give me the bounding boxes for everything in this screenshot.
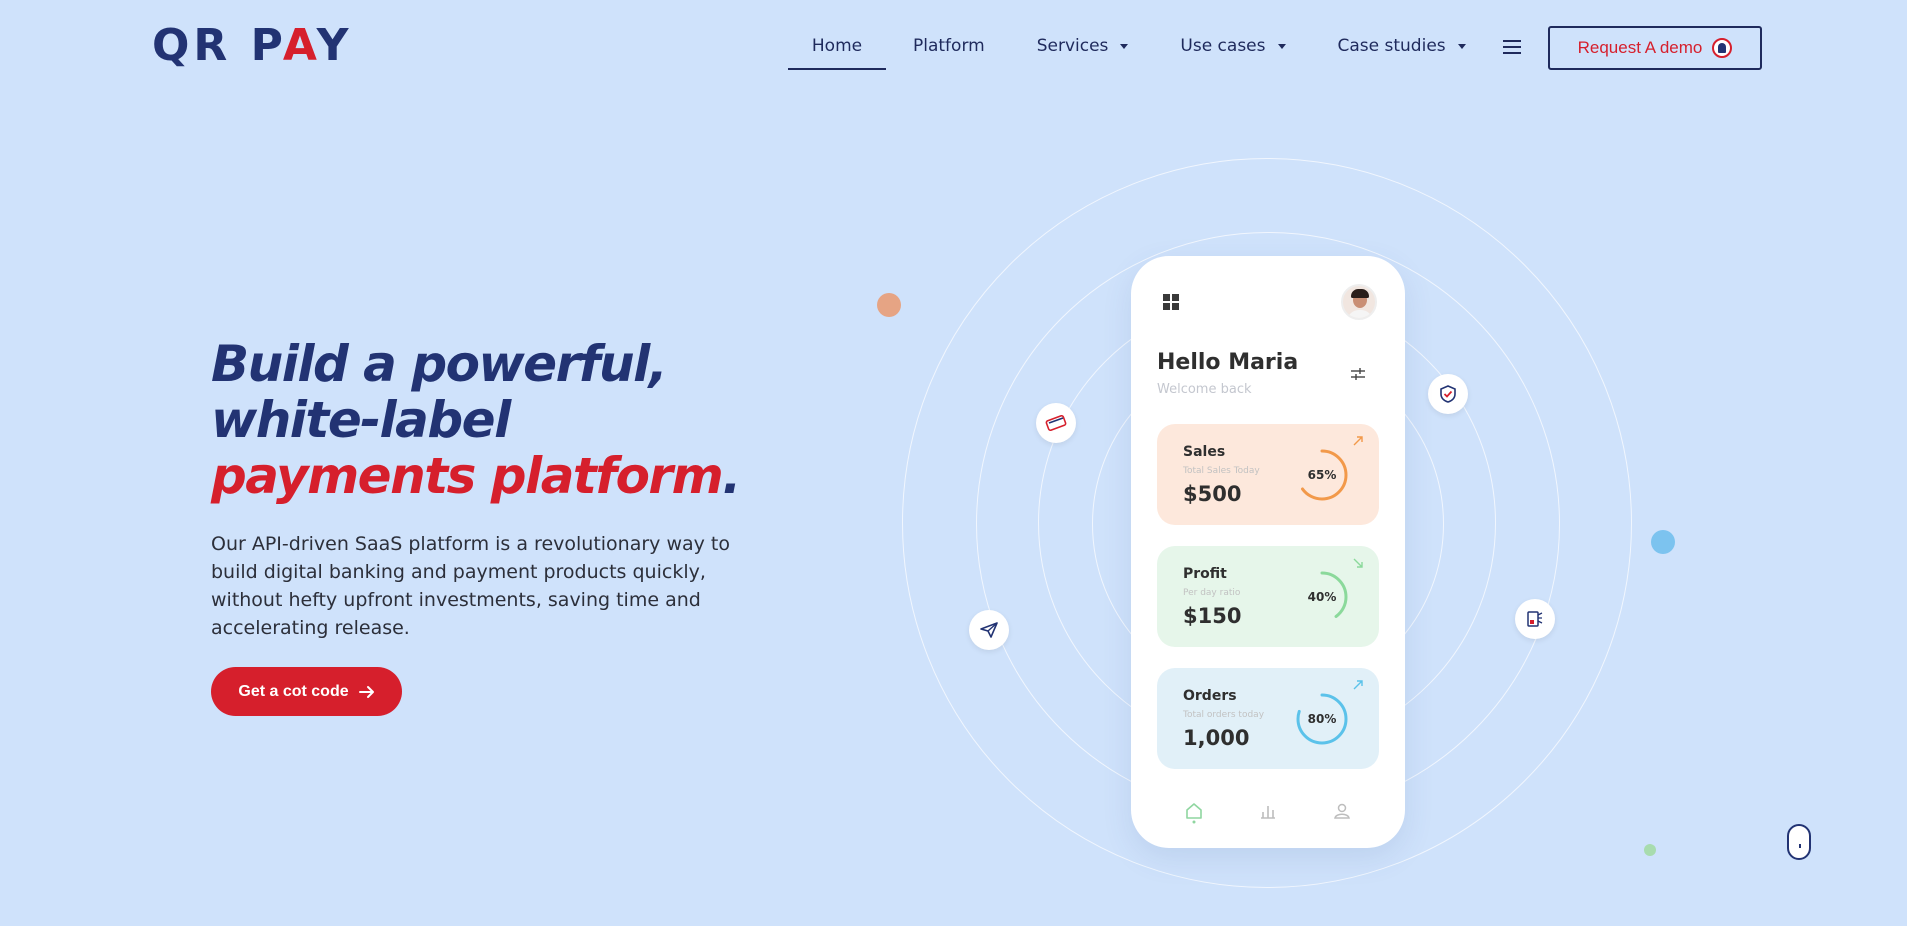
credit-card-icon [1036,403,1076,443]
decor-dot-orange [877,293,901,317]
rocket-icon [1712,38,1733,58]
scroll-indicator[interactable] [1787,824,1811,860]
arrow-up-right-icon [1353,680,1363,690]
arrow-up-right-icon [1353,436,1363,446]
nav-item-label: Services [1036,36,1109,56]
card-label: Profit [1183,566,1227,582]
arrow-down-right-icon [1353,558,1363,568]
bar-chart-icon[interactable] [1259,802,1277,820]
grid-menu-icon[interactable] [1163,294,1179,310]
card-percent: 80% [1307,712,1337,726]
welcome-text: Welcome back [1157,382,1252,397]
nav-item-label: Case studies [1337,36,1446,56]
card-value: $500 [1183,482,1242,506]
card-label: Orders [1183,688,1237,704]
card-sub: Per day ratio [1183,588,1241,598]
home-icon[interactable] [1185,802,1203,824]
stat-card-sales[interactable]: Sales Total Sales Today $500 65% [1157,424,1379,525]
nav-item-label: Platform [913,36,985,56]
shield-check-icon [1428,374,1468,414]
card-label: Sales [1183,444,1226,460]
sliders-icon[interactable] [1351,368,1365,380]
get-code-button[interactable]: Get a cot code [211,667,402,716]
card-value: $150 [1183,604,1242,628]
logo-text-left: QR P [152,20,283,71]
avatar[interactable] [1341,284,1377,320]
card-value: 1,000 [1183,726,1250,750]
hero-title-line2: white-label [211,391,511,449]
decor-dot-green [1644,844,1656,856]
nav-item-case-studies[interactable]: Case studies [1338,28,1466,70]
hero-title-line3: payments platform [211,447,724,505]
card-percent: 65% [1307,468,1337,482]
request-demo-label: Request A demo [1577,38,1703,57]
nav-item-label: Home [811,36,863,56]
stat-card-profit[interactable]: Profit Per day ratio $150 40% [1157,546,1379,647]
logo-text-slash: A [282,20,317,71]
card-sub: Total orders today [1183,710,1265,720]
paper-plane-icon [969,610,1009,650]
main-nav: Home Platform Services Use cases Case st… [788,28,1466,70]
nav-item-platform[interactable]: Platform [913,28,985,70]
request-demo-button[interactable]: Request A demo [1548,26,1762,70]
greeting-heading: Hello Maria [1157,350,1299,375]
hero-title-line1: Build a powerful, [211,335,668,393]
card-sub: Total Sales Today [1183,466,1260,476]
logo-text-right: Y [316,20,353,71]
nav-item-home[interactable]: Home [788,28,886,70]
nav-item-use-cases[interactable]: Use cases [1180,28,1286,70]
card-percent: 40% [1307,590,1337,604]
hero-title-dot: . [722,447,741,505]
hero-title: Build a powerful, white-label payments p… [211,336,771,504]
nav-item-services[interactable]: Services [1037,28,1129,70]
hamburger-icon[interactable] [1503,40,1521,54]
stat-card-orders[interactable]: Orders Total orders today 1,000 80% [1157,668,1379,769]
hero-description: Our API-driven SaaS platform is a revolu… [211,533,730,639]
logo[interactable]: QR PAY [152,22,353,70]
decor-dot-blue [1651,530,1675,554]
phone-mockup: Hello Maria Welcome back Sales Total Sal… [1131,256,1405,848]
get-code-label: Get a cot code [238,682,349,700]
chevron-down-icon [1120,43,1129,49]
user-icon[interactable] [1333,802,1351,820]
phone-bottom-nav [1131,802,1405,824]
chevron-down-icon [1277,43,1286,49]
chevron-down-icon [1457,43,1466,49]
nav-item-label: Use cases [1180,36,1266,56]
receipt-icon [1515,599,1555,639]
arrow-right-icon [358,685,374,698]
